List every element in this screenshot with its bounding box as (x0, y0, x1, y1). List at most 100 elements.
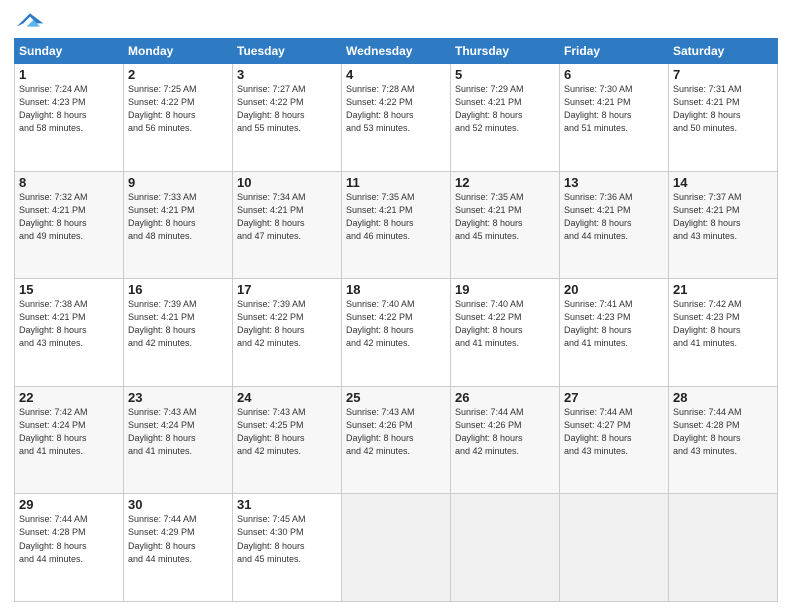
day-cell: 18Sunrise: 7:40 AM Sunset: 4:22 PM Dayli… (342, 279, 451, 387)
day-cell: 4Sunrise: 7:28 AM Sunset: 4:22 PM Daylig… (342, 64, 451, 172)
day-number: 29 (19, 497, 119, 512)
day-info: Sunrise: 7:43 AM Sunset: 4:25 PM Dayligh… (237, 406, 337, 458)
day-cell: 26Sunrise: 7:44 AM Sunset: 4:26 PM Dayli… (451, 386, 560, 494)
week-row-1: 1Sunrise: 7:24 AM Sunset: 4:23 PM Daylig… (15, 64, 778, 172)
day-info: Sunrise: 7:36 AM Sunset: 4:21 PM Dayligh… (564, 191, 664, 243)
day-info: Sunrise: 7:44 AM Sunset: 4:29 PM Dayligh… (128, 513, 228, 565)
day-cell: 5Sunrise: 7:29 AM Sunset: 4:21 PM Daylig… (451, 64, 560, 172)
day-info: Sunrise: 7:40 AM Sunset: 4:22 PM Dayligh… (455, 298, 555, 350)
day-number: 13 (564, 175, 664, 190)
day-info: Sunrise: 7:42 AM Sunset: 4:24 PM Dayligh… (19, 406, 119, 458)
week-row-4: 22Sunrise: 7:42 AM Sunset: 4:24 PM Dayli… (15, 386, 778, 494)
day-info: Sunrise: 7:39 AM Sunset: 4:22 PM Dayligh… (237, 298, 337, 350)
day-cell: 13Sunrise: 7:36 AM Sunset: 4:21 PM Dayli… (560, 171, 669, 279)
day-cell: 28Sunrise: 7:44 AM Sunset: 4:28 PM Dayli… (669, 386, 778, 494)
day-info: Sunrise: 7:44 AM Sunset: 4:28 PM Dayligh… (673, 406, 773, 458)
day-cell: 14Sunrise: 7:37 AM Sunset: 4:21 PM Dayli… (669, 171, 778, 279)
day-cell: 21Sunrise: 7:42 AM Sunset: 4:23 PM Dayli… (669, 279, 778, 387)
logo-text (14, 10, 44, 30)
weekday-header-sunday: Sunday (15, 39, 124, 64)
day-cell: 1Sunrise: 7:24 AM Sunset: 4:23 PM Daylig… (15, 64, 124, 172)
day-info: Sunrise: 7:44 AM Sunset: 4:26 PM Dayligh… (455, 406, 555, 458)
page: SundayMondayTuesdayWednesdayThursdayFrid… (0, 0, 792, 612)
weekday-header-wednesday: Wednesday (342, 39, 451, 64)
day-number: 25 (346, 390, 446, 405)
day-cell: 2Sunrise: 7:25 AM Sunset: 4:22 PM Daylig… (124, 64, 233, 172)
day-info: Sunrise: 7:41 AM Sunset: 4:23 PM Dayligh… (564, 298, 664, 350)
calendar: SundayMondayTuesdayWednesdayThursdayFrid… (14, 38, 778, 602)
day-number: 11 (346, 175, 446, 190)
day-number: 30 (128, 497, 228, 512)
day-number: 4 (346, 67, 446, 82)
day-info: Sunrise: 7:35 AM Sunset: 4:21 PM Dayligh… (455, 191, 555, 243)
day-cell: 17Sunrise: 7:39 AM Sunset: 4:22 PM Dayli… (233, 279, 342, 387)
day-number: 15 (19, 282, 119, 297)
day-number: 16 (128, 282, 228, 297)
day-cell: 24Sunrise: 7:43 AM Sunset: 4:25 PM Dayli… (233, 386, 342, 494)
day-number: 28 (673, 390, 773, 405)
day-cell (669, 494, 778, 602)
day-number: 18 (346, 282, 446, 297)
logo-icon (16, 10, 44, 30)
day-cell: 30Sunrise: 7:44 AM Sunset: 4:29 PM Dayli… (124, 494, 233, 602)
day-info: Sunrise: 7:43 AM Sunset: 4:24 PM Dayligh… (128, 406, 228, 458)
day-number: 3 (237, 67, 337, 82)
day-info: Sunrise: 7:32 AM Sunset: 4:21 PM Dayligh… (19, 191, 119, 243)
day-number: 12 (455, 175, 555, 190)
day-number: 6 (564, 67, 664, 82)
day-cell (560, 494, 669, 602)
day-cell: 12Sunrise: 7:35 AM Sunset: 4:21 PM Dayli… (451, 171, 560, 279)
weekday-header-row: SundayMondayTuesdayWednesdayThursdayFrid… (15, 39, 778, 64)
day-cell: 11Sunrise: 7:35 AM Sunset: 4:21 PM Dayli… (342, 171, 451, 279)
day-number: 10 (237, 175, 337, 190)
day-cell: 9Sunrise: 7:33 AM Sunset: 4:21 PM Daylig… (124, 171, 233, 279)
week-row-3: 15Sunrise: 7:38 AM Sunset: 4:21 PM Dayli… (15, 279, 778, 387)
day-info: Sunrise: 7:34 AM Sunset: 4:21 PM Dayligh… (237, 191, 337, 243)
day-cell: 15Sunrise: 7:38 AM Sunset: 4:21 PM Dayli… (15, 279, 124, 387)
logo (14, 10, 44, 30)
week-row-2: 8Sunrise: 7:32 AM Sunset: 4:21 PM Daylig… (15, 171, 778, 279)
day-info: Sunrise: 7:27 AM Sunset: 4:22 PM Dayligh… (237, 83, 337, 135)
day-info: Sunrise: 7:35 AM Sunset: 4:21 PM Dayligh… (346, 191, 446, 243)
day-number: 26 (455, 390, 555, 405)
day-info: Sunrise: 7:43 AM Sunset: 4:26 PM Dayligh… (346, 406, 446, 458)
day-number: 2 (128, 67, 228, 82)
day-number: 20 (564, 282, 664, 297)
day-info: Sunrise: 7:42 AM Sunset: 4:23 PM Dayligh… (673, 298, 773, 350)
day-cell: 16Sunrise: 7:39 AM Sunset: 4:21 PM Dayli… (124, 279, 233, 387)
day-number: 27 (564, 390, 664, 405)
day-number: 23 (128, 390, 228, 405)
day-info: Sunrise: 7:25 AM Sunset: 4:22 PM Dayligh… (128, 83, 228, 135)
day-number: 21 (673, 282, 773, 297)
day-number: 9 (128, 175, 228, 190)
weekday-header-monday: Monday (124, 39, 233, 64)
day-cell: 29Sunrise: 7:44 AM Sunset: 4:28 PM Dayli… (15, 494, 124, 602)
day-number: 31 (237, 497, 337, 512)
day-info: Sunrise: 7:29 AM Sunset: 4:21 PM Dayligh… (455, 83, 555, 135)
day-cell: 25Sunrise: 7:43 AM Sunset: 4:26 PM Dayli… (342, 386, 451, 494)
day-cell: 27Sunrise: 7:44 AM Sunset: 4:27 PM Dayli… (560, 386, 669, 494)
day-number: 17 (237, 282, 337, 297)
header (14, 10, 778, 30)
day-info: Sunrise: 7:44 AM Sunset: 4:27 PM Dayligh… (564, 406, 664, 458)
day-cell: 31Sunrise: 7:45 AM Sunset: 4:30 PM Dayli… (233, 494, 342, 602)
day-number: 7 (673, 67, 773, 82)
day-info: Sunrise: 7:24 AM Sunset: 4:23 PM Dayligh… (19, 83, 119, 135)
day-cell: 20Sunrise: 7:41 AM Sunset: 4:23 PM Dayli… (560, 279, 669, 387)
day-info: Sunrise: 7:33 AM Sunset: 4:21 PM Dayligh… (128, 191, 228, 243)
weekday-header-thursday: Thursday (451, 39, 560, 64)
day-info: Sunrise: 7:39 AM Sunset: 4:21 PM Dayligh… (128, 298, 228, 350)
day-cell: 22Sunrise: 7:42 AM Sunset: 4:24 PM Dayli… (15, 386, 124, 494)
day-cell: 6Sunrise: 7:30 AM Sunset: 4:21 PM Daylig… (560, 64, 669, 172)
day-cell: 23Sunrise: 7:43 AM Sunset: 4:24 PM Dayli… (124, 386, 233, 494)
week-row-5: 29Sunrise: 7:44 AM Sunset: 4:28 PM Dayli… (15, 494, 778, 602)
day-info: Sunrise: 7:38 AM Sunset: 4:21 PM Dayligh… (19, 298, 119, 350)
day-cell: 3Sunrise: 7:27 AM Sunset: 4:22 PM Daylig… (233, 64, 342, 172)
day-number: 5 (455, 67, 555, 82)
day-cell: 19Sunrise: 7:40 AM Sunset: 4:22 PM Dayli… (451, 279, 560, 387)
day-number: 8 (19, 175, 119, 190)
day-number: 24 (237, 390, 337, 405)
day-number: 22 (19, 390, 119, 405)
day-info: Sunrise: 7:37 AM Sunset: 4:21 PM Dayligh… (673, 191, 773, 243)
day-info: Sunrise: 7:31 AM Sunset: 4:21 PM Dayligh… (673, 83, 773, 135)
